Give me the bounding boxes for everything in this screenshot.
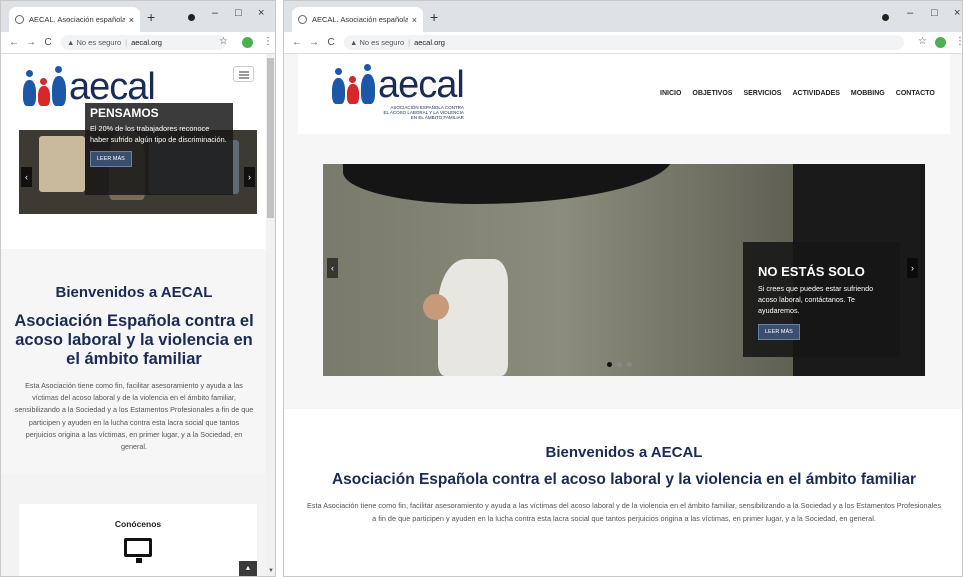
slide-caption: PENSAMOS El 20% de los trabajadores reco… <box>85 103 233 195</box>
maximize-button[interactable]: □ <box>235 7 242 19</box>
slide-image-head <box>423 294 449 320</box>
browser-window-left: AECAL. Asociación española co × + – □ × … <box>0 0 276 577</box>
security-label: No es seguro <box>76 38 122 47</box>
slide-caption: NO ESTÁS SOLO Si crees que puedes estar … <box>743 242 900 357</box>
hero-slider: NO ESTÁS SOLO Si crees que puedes estar … <box>323 164 925 376</box>
welcome-block: Bienvenidos a AECAL Asociación Española … <box>13 284 255 453</box>
bookmark-star-icon[interactable]: ☆ <box>918 36 927 47</box>
about-card[interactable]: Conócenos <box>19 504 257 576</box>
back-button[interactable]: ← <box>7 37 21 48</box>
warning-icon: ▲ <box>350 38 360 47</box>
scrollbar[interactable]: ▼ <box>266 54 275 576</box>
logo-text: aecal <box>69 66 156 108</box>
slider-next-button[interactable]: › <box>907 258 918 278</box>
welcome-title: Bienvenidos a AECAL <box>545 444 703 461</box>
slide-title: NO ESTÁS SOLO <box>758 264 865 279</box>
reload-button[interactable]: C <box>324 37 338 48</box>
logo-figures-icon <box>21 66 69 108</box>
slide-title: PENSAMOS <box>90 106 159 120</box>
tab-strip: AECAL. Asociación española co × + – □ × <box>1 1 275 32</box>
slider-next-button[interactable]: › <box>244 167 255 187</box>
browser-toolbar: ← → C ▲ No es seguro | aecal.org <box>284 32 962 54</box>
reload-button[interactable]: C <box>41 37 55 48</box>
card-title: Conócenos <box>114 519 162 529</box>
profile-dot-icon[interactable] <box>188 14 195 21</box>
slide-image-man <box>438 259 508 376</box>
menu-kebab-icon[interactable]: ⋮ <box>955 36 962 47</box>
slide-dot-2[interactable] <box>617 362 622 367</box>
slider-prev-button[interactable]: ‹ <box>327 258 338 278</box>
globe-icon <box>298 15 307 24</box>
back-button[interactable]: ← <box>290 37 304 48</box>
logo-text: aecal <box>378 64 465 106</box>
welcome-text: Esta Asociación tiene como fin, facilita… <box>14 381 254 452</box>
menu-kebab-icon[interactable]: ⋮ <box>263 36 273 47</box>
forward-button[interactable]: → <box>24 37 38 48</box>
welcome-subtitle: Asociación Española contra el acoso labo… <box>14 312 254 368</box>
browser-toolbar: ← → C ▲ No es seguro | aecal.org <box>1 32 275 54</box>
monitor-icon <box>124 538 152 563</box>
address-bar[interactable]: ▲ No es seguro | aecal.org <box>61 35 226 50</box>
logo-figures-icon <box>330 64 378 106</box>
slider-prev-button[interactable]: ‹ <box>21 167 32 187</box>
browser-tab[interactable]: AECAL. Asociación española co × <box>9 7 140 32</box>
read-more-button[interactable]: LEER MÁS <box>758 324 800 340</box>
slide-image-papers <box>39 136 85 192</box>
url-text: aecal.org <box>131 38 162 47</box>
slider-indicators[interactable] <box>607 362 637 367</box>
address-bar[interactable]: ▲ No es seguro | aecal.org <box>344 35 904 50</box>
divider: | <box>408 38 411 47</box>
tab-title: AECAL. Asociación española co <box>29 15 125 24</box>
slide-dot-1[interactable] <box>607 362 612 367</box>
profile-avatar[interactable] <box>935 37 946 48</box>
nav-inicio[interactable]: INICIO <box>660 90 681 97</box>
close-window-button[interactable]: × <box>954 7 960 19</box>
site-logo[interactable]: aecal ASOCIACIÓN ESPAÑOLA CONTRA EL ACOS… <box>330 64 465 120</box>
slide-dot-3[interactable] <box>627 362 632 367</box>
new-tab-button[interactable]: + <box>430 9 438 25</box>
close-window-button[interactable]: × <box>258 7 264 19</box>
tab-close-icon[interactable]: × <box>412 15 417 25</box>
maximize-button[interactable]: □ <box>931 7 938 19</box>
welcome-title: Bienvenidos a AECAL <box>55 284 213 301</box>
forward-button[interactable]: → <box>307 37 321 48</box>
slide-text: Si crees que puedes estar sufriendo acos… <box>758 284 874 315</box>
tab-title: AECAL. Asociación española con <box>312 15 408 24</box>
minimize-button[interactable]: – <box>907 7 913 19</box>
globe-icon <box>15 15 24 24</box>
nav-objetivos[interactable]: OBJETIVOS <box>692 90 732 97</box>
url-text: aecal.org <box>414 38 445 47</box>
scroll-down-icon[interactable]: ▼ <box>268 568 274 574</box>
nav-contacto[interactable]: CONTACTO <box>896 90 935 97</box>
browser-tab[interactable]: AECAL. Asociación española con × <box>292 7 423 32</box>
tab-close-icon[interactable]: × <box>129 15 134 25</box>
welcome-text: Esta Asociación tiene como fin, facilita… <box>307 501 941 523</box>
site-logo[interactable]: aecal <box>21 66 156 108</box>
logo-subtitle: ASOCIACIÓN ESPAÑOLA CONTRA EL ACOSO LABO… <box>383 105 464 120</box>
scrollbar-thumb[interactable] <box>267 58 274 218</box>
welcome-subtitle: Asociación Española contra el acoso labo… <box>331 471 917 488</box>
warning-icon: ▲ <box>67 38 77 47</box>
profile-dot-icon[interactable] <box>882 14 889 21</box>
nav-servicios[interactable]: SERVICIOS <box>743 90 781 97</box>
nav-actividades[interactable]: ACTIVIDADES <box>792 90 839 97</box>
new-tab-button[interactable]: + <box>147 9 155 25</box>
security-label: No es seguro <box>359 38 405 47</box>
main-nav: INICIO OBJETIVOS SERVICIOS ACTIVIDADES M… <box>649 90 935 97</box>
page-viewport: aecal ASOCIACIÓN ESPAÑOLA CONTRA EL ACOS… <box>284 54 962 576</box>
page-viewport: aecal PENSAMOS El 20% de los trabajadore… <box>1 54 275 576</box>
nav-mobbing[interactable]: MOBBING <box>851 90 885 97</box>
minimize-button[interactable]: – <box>212 7 218 19</box>
browser-window-right: AECAL. Asociación española con × + – □ ×… <box>283 0 963 577</box>
slide-text: El 20% de los trabajadores reconoce habe… <box>90 124 227 144</box>
bookmark-star-icon[interactable]: ☆ <box>219 36 228 47</box>
divider: | <box>125 38 128 47</box>
profile-avatar[interactable] <box>242 37 253 48</box>
back-to-top-button[interactable]: ▲ <box>239 561 257 576</box>
welcome-block: Bienvenidos a AECAL Asociación Española … <box>304 444 944 525</box>
read-more-button[interactable]: LEER MÁS <box>90 151 132 167</box>
tab-strip: AECAL. Asociación española con × + – □ × <box>284 1 962 32</box>
hamburger-menu-button[interactable] <box>233 66 254 82</box>
